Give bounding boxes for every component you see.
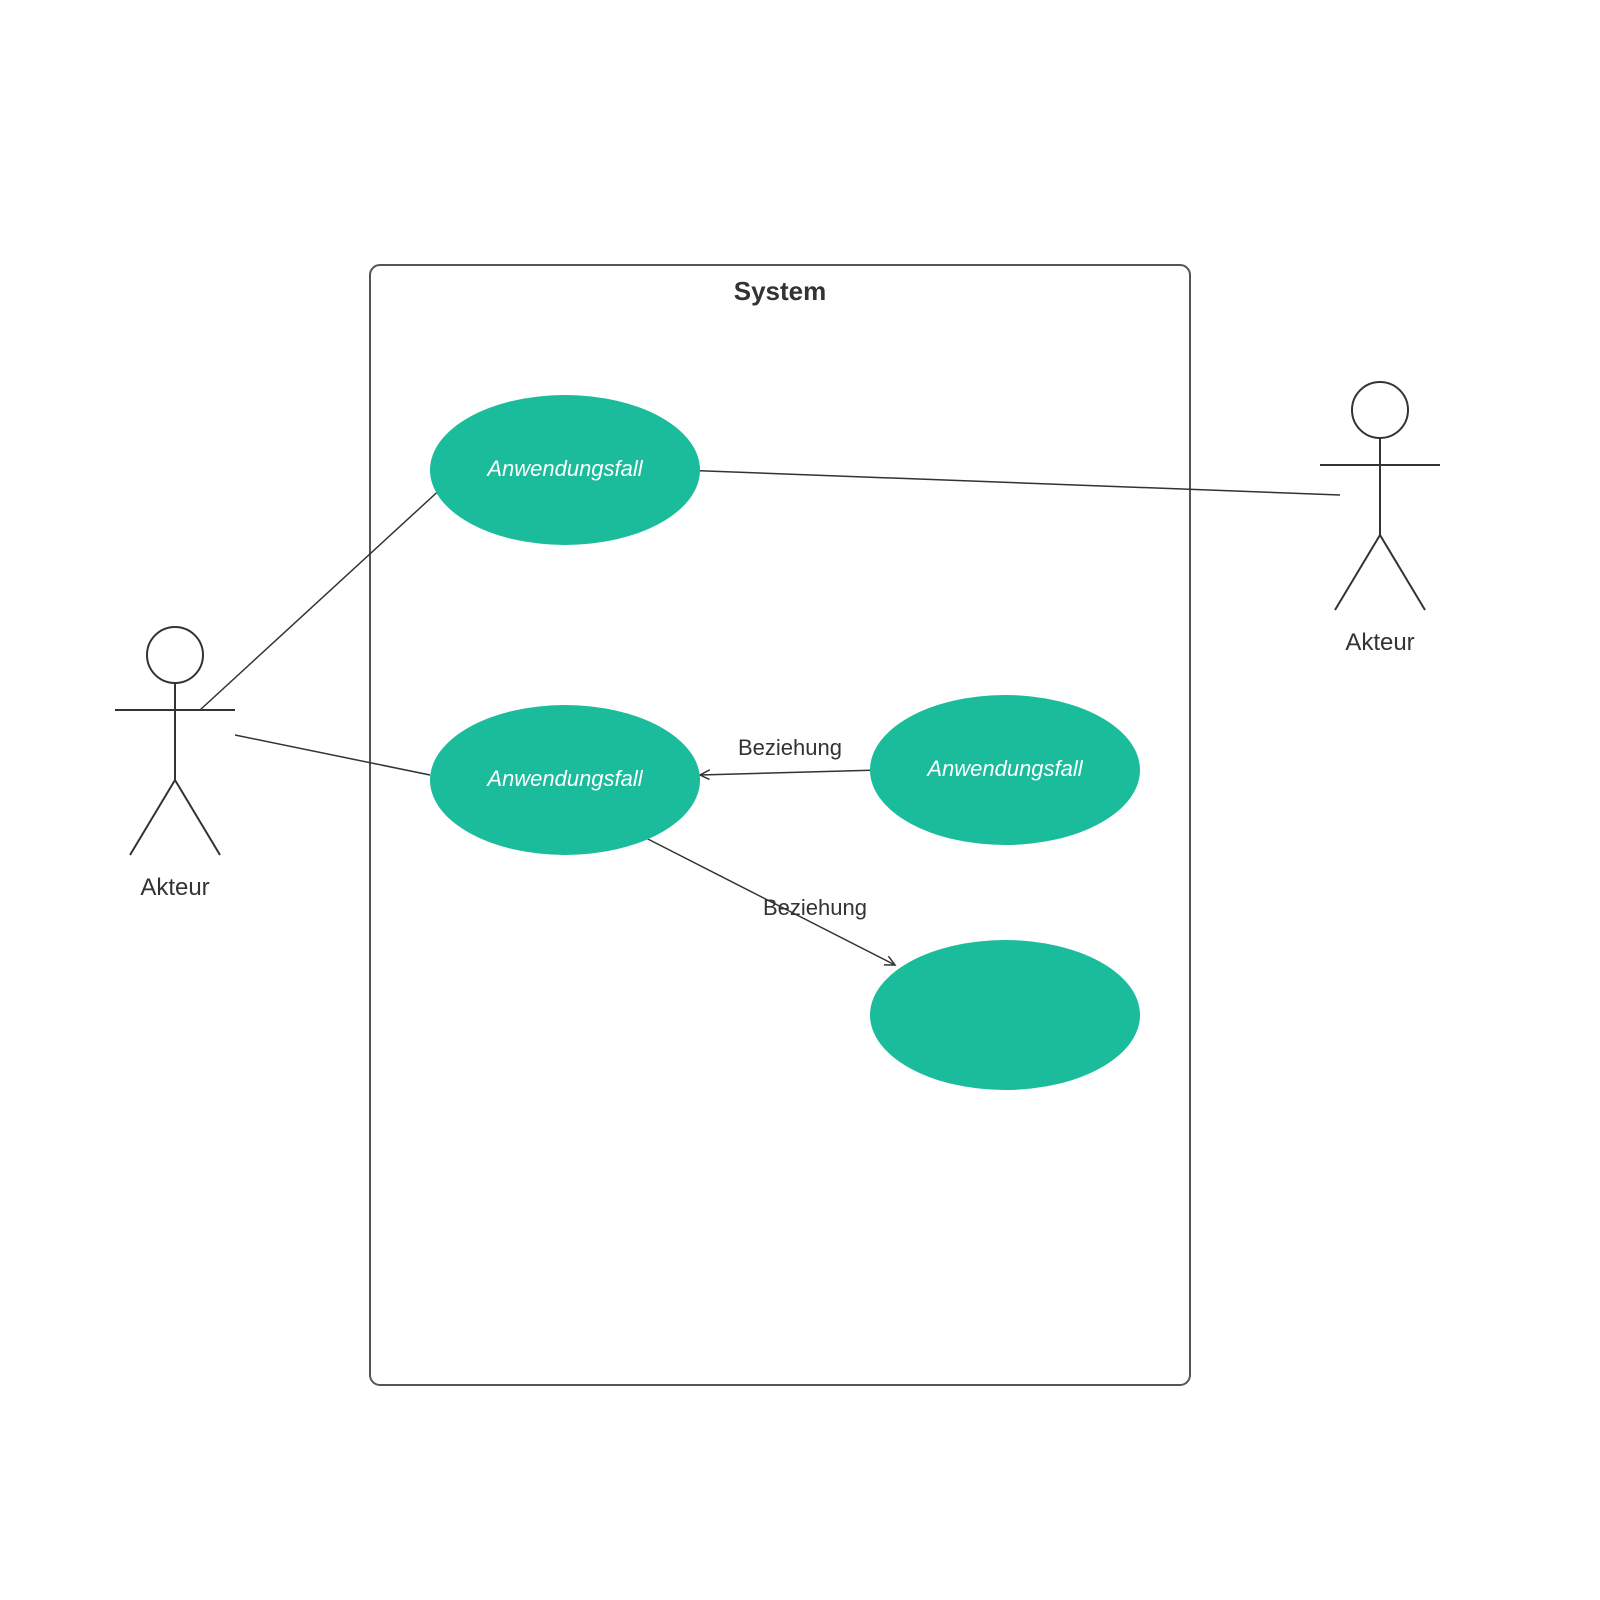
usecase-1-label: Anwendungsfall [485, 456, 643, 481]
actor-right-label: Akteur [1345, 629, 1414, 656]
relation-uc3-to-uc2 [700, 770, 880, 775]
actor-left-leg-icon [130, 780, 175, 855]
association-uc1-to-right [680, 470, 1340, 495]
relation-label-2: Beziehung [763, 895, 867, 920]
actor-left-leg-icon [1335, 535, 1380, 610]
usecase-3-label: Anwendungsfall [925, 756, 1083, 781]
actor-head-icon [1352, 382, 1408, 438]
association-left-to-uc1 [200, 485, 445, 710]
usecase-4 [870, 940, 1140, 1090]
usecase-2-label: Anwendungsfall [485, 766, 643, 791]
system-title: System [734, 276, 827, 306]
actor-head-icon [147, 627, 203, 683]
association-left-to-uc2 [235, 735, 430, 775]
actor-left-label: Akteur [140, 874, 209, 901]
use-case-diagram: System Akteur Akteur Beziehung Beziehung… [0, 0, 1600, 1600]
actor-right-leg-icon [175, 780, 220, 855]
relation-label-1: Beziehung [738, 735, 842, 760]
actor-left [115, 627, 235, 855]
actor-right-leg-icon [1380, 535, 1425, 610]
actor-right [1320, 382, 1440, 610]
